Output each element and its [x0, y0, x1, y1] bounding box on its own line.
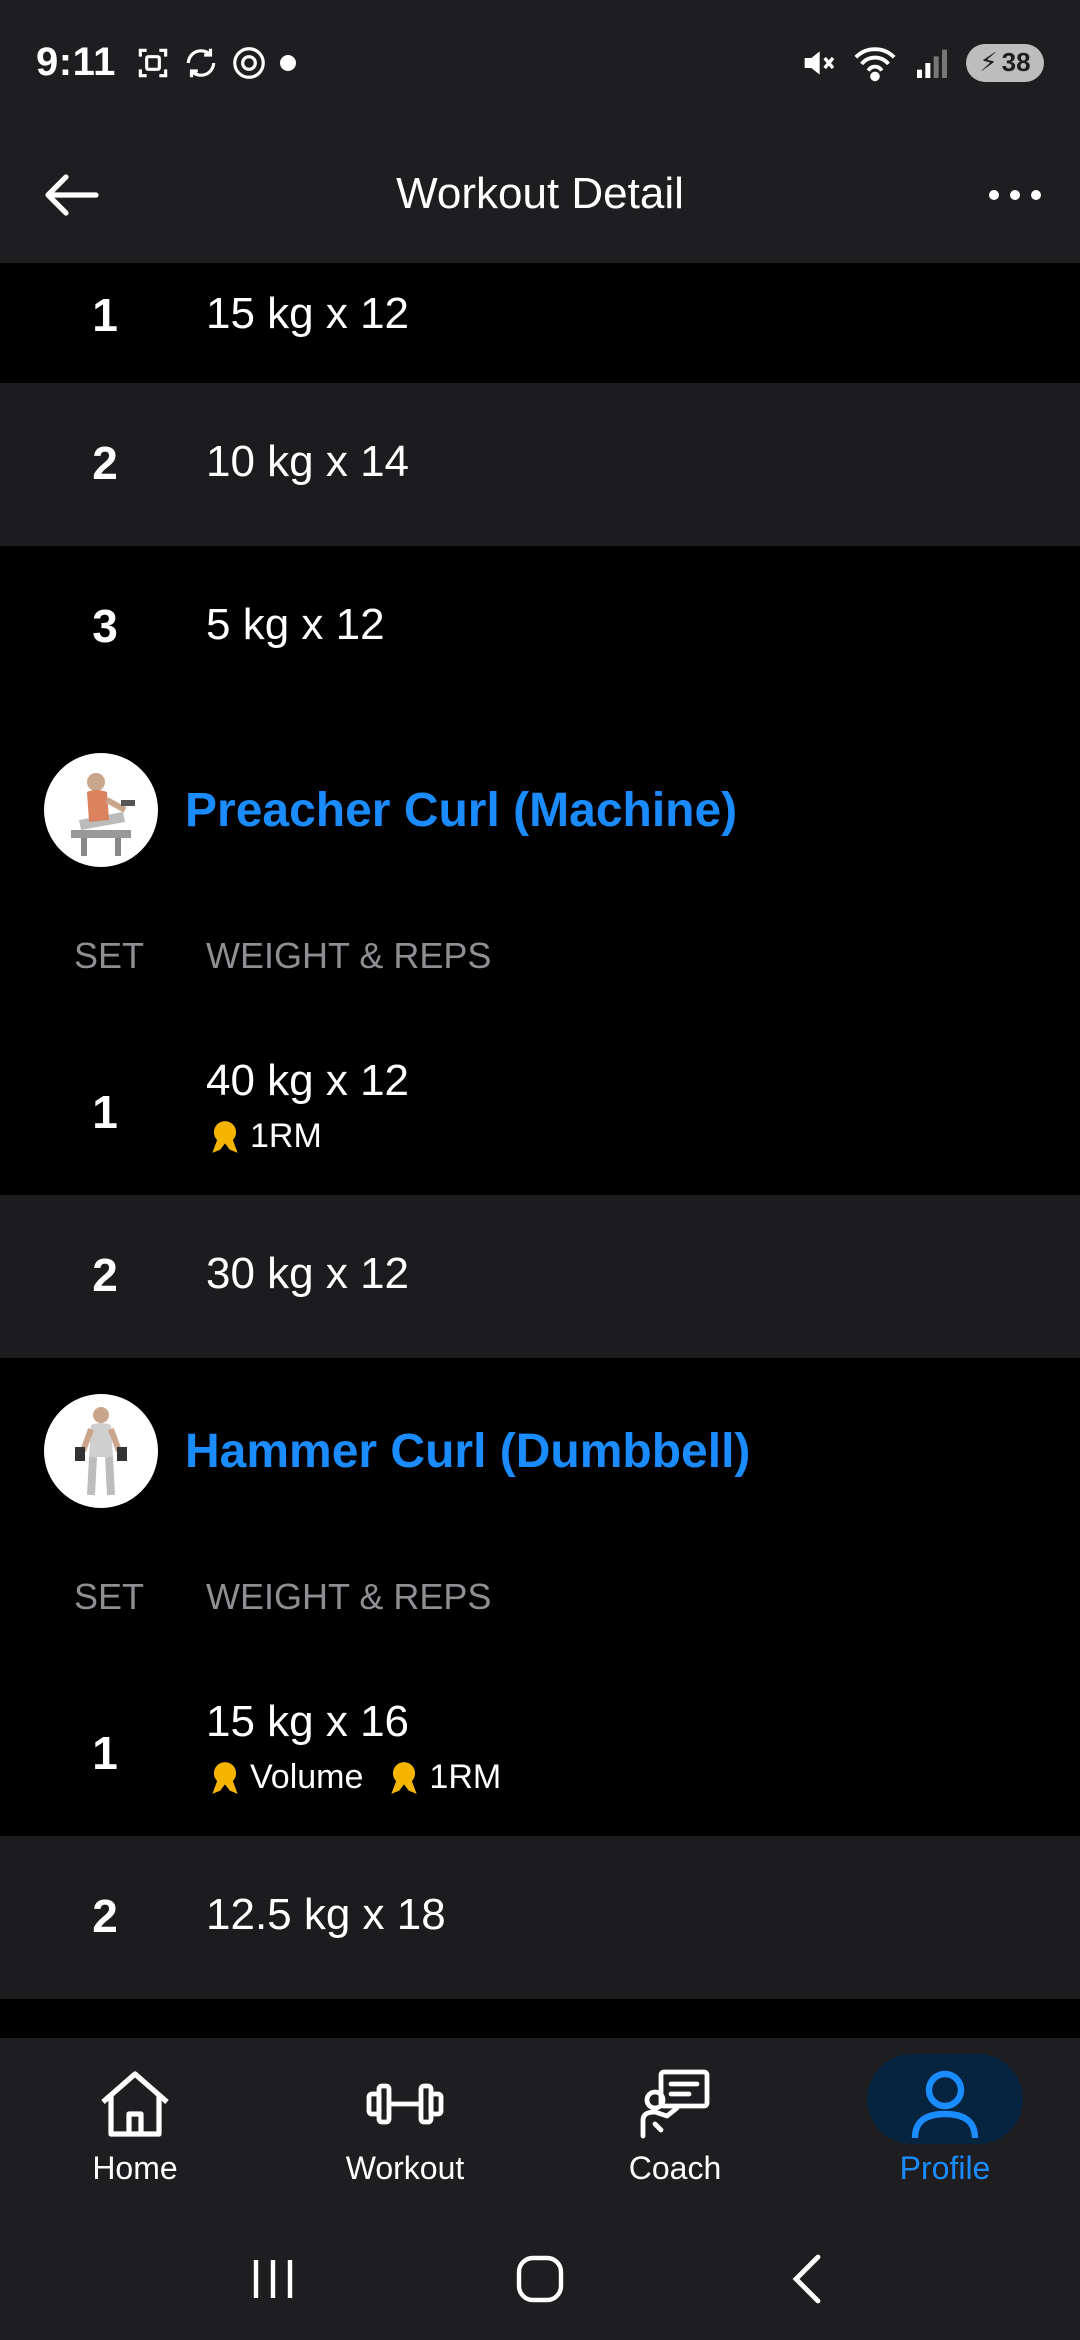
- column-header-set: SET: [74, 1576, 145, 1617]
- nav-home[interactable]: Home: [0, 2038, 270, 2218]
- column-header-set: SET: [74, 935, 145, 976]
- hammer-curl-figure-icon: [75, 1407, 127, 1496]
- set-weight-reps: 10 kg x 14: [206, 437, 410, 486]
- nav-label: Workout: [345, 2150, 465, 2186]
- recent-apps-icon: [254, 2260, 293, 2298]
- sync-icon: [186, 48, 216, 77]
- more-horizontal-icon: [989, 190, 1041, 200]
- column-header-weight-reps: WEIGHT & REPS: [206, 935, 492, 976]
- status-time: 9:11: [36, 40, 116, 84]
- medal-icon: [391, 1761, 418, 1794]
- record-badges: 1RM: [206, 1117, 322, 1156]
- recent-apps-button[interactable]: [223, 2239, 323, 2319]
- page-title: Workout Detail: [396, 169, 684, 218]
- more-options-button[interactable]: [980, 165, 1050, 225]
- system-navigation-bar: [0, 2218, 1080, 2340]
- table-row: 3 5 kg x 12: [0, 546, 1080, 709]
- status-right: ⚡ 38: [798, 43, 1044, 83]
- battery-indicator: ⚡ 38: [966, 43, 1044, 82]
- battery-icon: ⚡: [979, 47, 998, 77]
- nav-label: Profile: [899, 2150, 991, 2186]
- badge-label: Volume: [250, 1758, 364, 1796]
- set-number: 2: [92, 1249, 118, 1301]
- table-row: 1 15 kg x 16 Volume 1RM: [0, 1673, 1080, 1836]
- status-left-icons: [134, 44, 298, 82]
- column-header-weight-reps: WEIGHT & REPS: [206, 1576, 492, 1617]
- badge-label: 1RM: [250, 1117, 322, 1155]
- set-weight-reps: 5 kg x 12: [206, 600, 385, 649]
- set-number: 1: [92, 1086, 118, 1138]
- nav-label: Coach: [628, 2150, 722, 2186]
- table-row: 1 15 kg x 12: [0, 263, 1080, 383]
- set-weight-reps: 30 kg x 12: [206, 1249, 410, 1298]
- exercise-header[interactable]: Preacher Curl (Machine): [0, 735, 1080, 885]
- arrow-left-icon: [45, 174, 99, 216]
- record-badge: Volume: [206, 1758, 363, 1797]
- set-number: 2: [92, 1890, 118, 1942]
- record-badge: 1RM: [385, 1758, 501, 1797]
- back-system-button[interactable]: [757, 2239, 857, 2319]
- bottom-navigation: Home Workout Coach Profile: [0, 2038, 1080, 2218]
- screenshot-icon: [138, 48, 168, 77]
- set-weight-reps: 15 kg x 12: [206, 289, 410, 338]
- exercise-title[interactable]: Preacher Curl (Machine): [185, 783, 737, 838]
- profile-icon: [907, 2064, 983, 2144]
- mute-icon: [804, 50, 835, 75]
- coach-icon: [637, 2064, 713, 2144]
- set-number: 1: [92, 1727, 118, 1779]
- table-row: 1 40 kg x 12 1RM: [0, 1032, 1080, 1195]
- set-number: 2: [92, 437, 118, 489]
- table-row: 2 30 kg x 12: [0, 1195, 1080, 1358]
- home-circle-icon: [516, 2255, 564, 2303]
- back-button[interactable]: [44, 165, 114, 225]
- table-row: 2 10 kg x 14: [0, 383, 1080, 546]
- exercise-thumbnail: [44, 1394, 158, 1508]
- screen: 9:11 ⚡ 38 Workout Detail 1 15 kg x 12 2 …: [0, 0, 1080, 2340]
- set-number: 3: [92, 600, 118, 652]
- set-weight-reps: 40 kg x 12: [206, 1056, 410, 1105]
- table-header: SET WEIGHT & REPS: [0, 935, 1080, 1015]
- exercise-thumbnail: [44, 753, 158, 867]
- nav-label: Home: [92, 2150, 178, 2186]
- set-weight-reps: 15 kg x 16: [206, 1697, 410, 1746]
- nav-coach[interactable]: Coach: [540, 2038, 810, 2218]
- medal-icon: [212, 1120, 238, 1153]
- app-header: Workout Detail: [0, 125, 1080, 263]
- exercise-title[interactable]: Hammer Curl (Dumbbell): [185, 1424, 750, 1479]
- dot-icon: [279, 54, 296, 71]
- signal-icon: [917, 49, 947, 78]
- home-system-button[interactable]: [490, 2239, 590, 2319]
- preacher-curl-figure-icon: [71, 773, 135, 856]
- exercise-header[interactable]: Hammer Curl (Dumbbell): [0, 1376, 1080, 1526]
- status-bar: 9:11 ⚡ 38: [0, 0, 1080, 125]
- medal-icon: [212, 1761, 238, 1794]
- badge-label: 1RM: [429, 1758, 502, 1796]
- table-header: SET WEIGHT & REPS: [0, 1576, 1080, 1656]
- chevron-left-icon: [792, 2254, 821, 2304]
- battery-level: 38: [1001, 47, 1031, 77]
- wifi-icon: [854, 46, 896, 81]
- nav-profile[interactable]: Profile: [810, 2038, 1080, 2218]
- set-number: 1: [92, 289, 118, 341]
- table-row: 2 12.5 kg x 18: [0, 1836, 1080, 1999]
- nav-workout[interactable]: Workout: [270, 2038, 540, 2218]
- dumbbell-icon: [365, 2064, 445, 2144]
- home-icon: [95, 2064, 175, 2144]
- set-weight-reps: 12.5 kg x 18: [206, 1890, 446, 1939]
- record-badges: Volume 1RM: [206, 1758, 501, 1797]
- at-sign-icon: [233, 46, 265, 79]
- record-badge: 1RM: [206, 1117, 322, 1156]
- workout-content[interactable]: 1 15 kg x 12 2 10 kg x 14 3 5 kg x 12 Pr…: [0, 263, 1080, 2038]
